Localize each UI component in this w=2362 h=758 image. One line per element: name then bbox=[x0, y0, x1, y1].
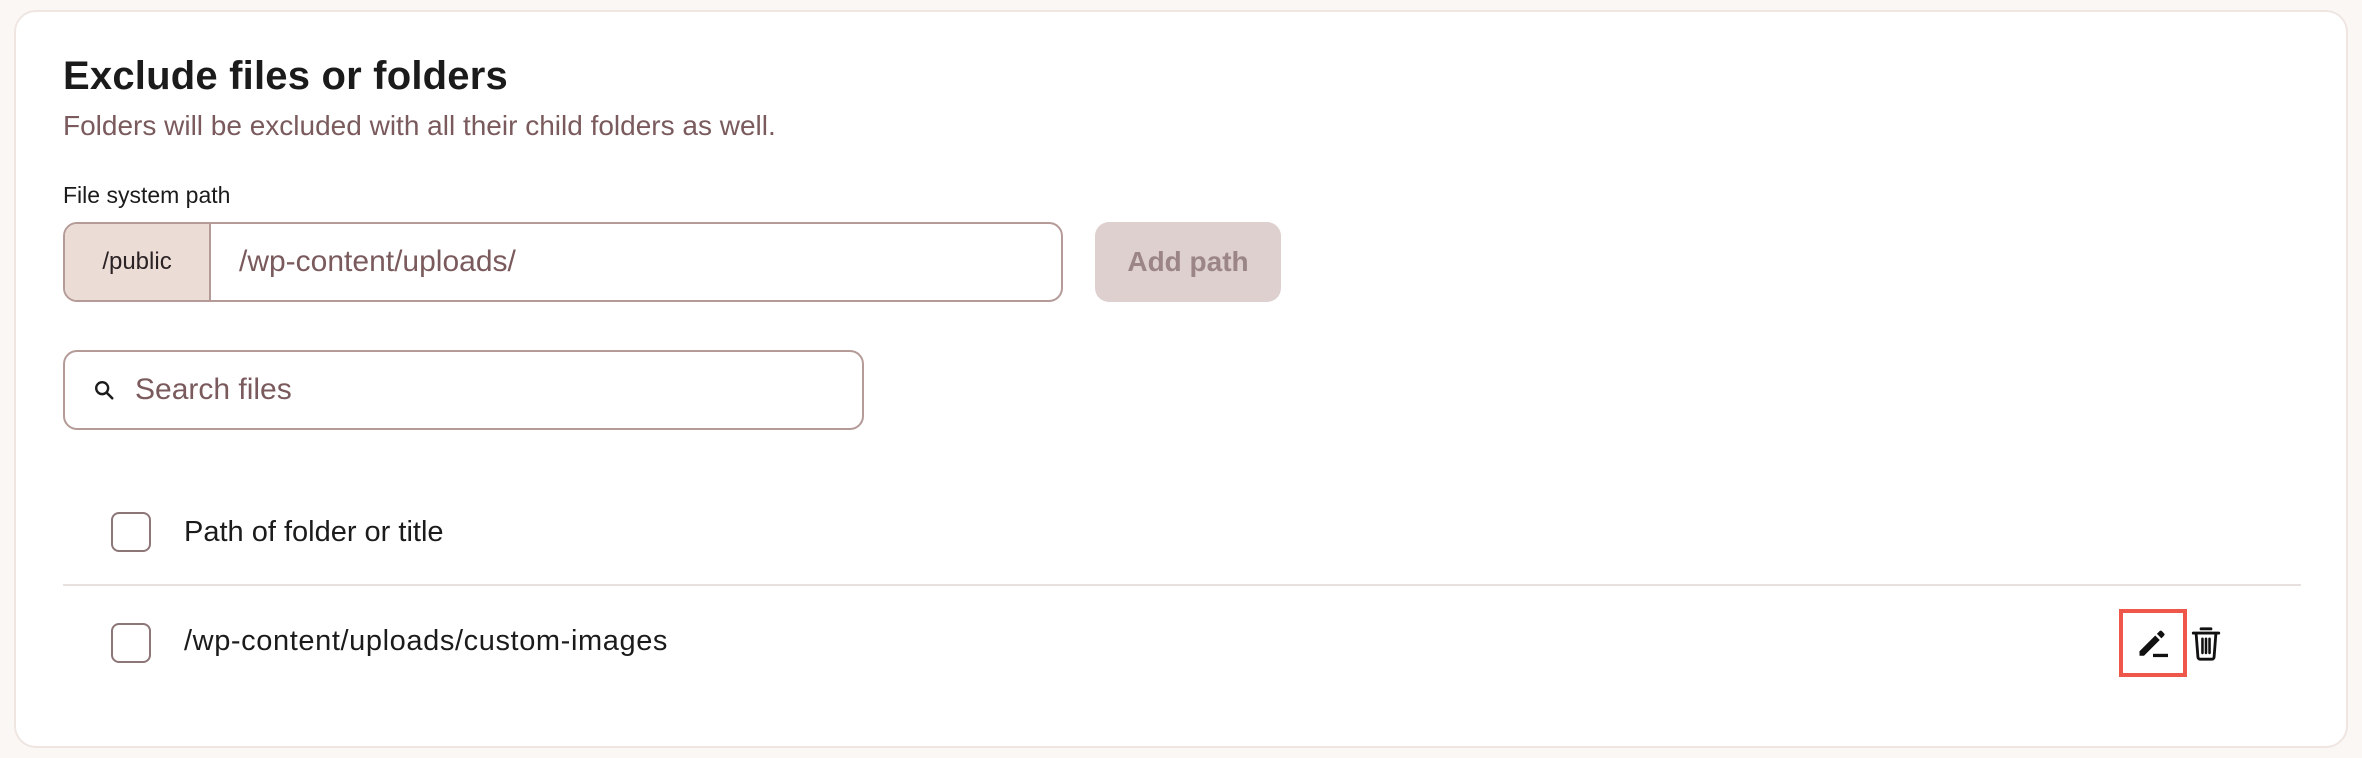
path-prefix: /public bbox=[65, 224, 211, 300]
delete-button[interactable] bbox=[2186, 623, 2226, 663]
row-checkbox[interactable] bbox=[111, 623, 151, 663]
edit-button[interactable] bbox=[2119, 609, 2187, 677]
section-subtitle: Folders will be excluded with all their … bbox=[63, 110, 776, 141]
search-field[interactable] bbox=[63, 350, 864, 430]
search-input[interactable] bbox=[135, 373, 862, 407]
page-background: Exclude files or folders Folders will be… bbox=[0, 0, 2362, 758]
row-path: /wp-content/uploads/custom-images bbox=[184, 625, 669, 657]
table-header: Path of folder or title bbox=[63, 492, 2301, 586]
column-header-path: Path of folder or title bbox=[184, 516, 444, 548]
file-system-path-label: File system path bbox=[63, 182, 231, 208]
search-icon bbox=[95, 381, 114, 400]
section-title: Exclude files or folders bbox=[63, 54, 508, 98]
path-input-group: /public bbox=[63, 222, 1063, 302]
file-system-path-input[interactable] bbox=[211, 224, 1061, 300]
select-all-checkbox[interactable] bbox=[111, 512, 151, 552]
trash-icon bbox=[2191, 627, 2221, 661]
table-row: /wp-content/uploads/custom-images bbox=[63, 588, 2301, 698]
edit-icon bbox=[2139, 630, 2168, 658]
add-path-button[interactable]: Add path bbox=[1095, 222, 1281, 302]
